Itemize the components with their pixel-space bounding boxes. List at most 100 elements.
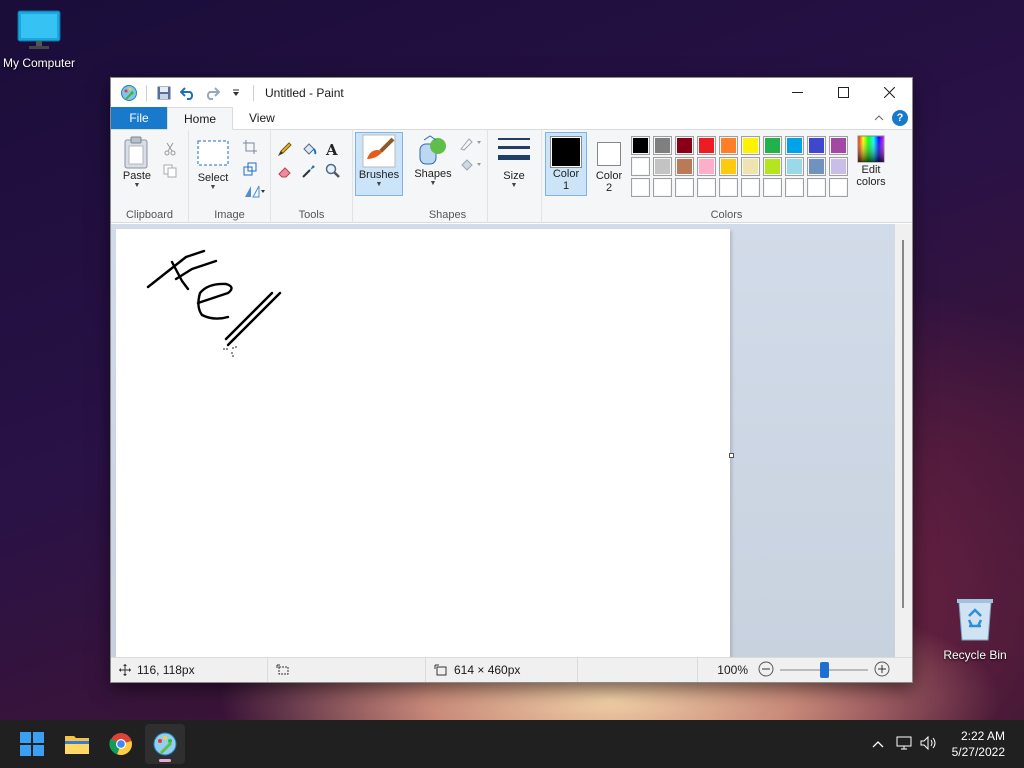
outline-icon[interactable] [458, 134, 484, 152]
palette-color-swatch[interactable] [763, 157, 782, 176]
text-icon[interactable]: A [324, 140, 342, 158]
edit-colors-button[interactable]: Edit colors [851, 134, 891, 188]
tab-home[interactable]: Home [167, 107, 234, 130]
palette-color-swatch[interactable] [675, 136, 694, 155]
color-picker-icon[interactable] [300, 162, 318, 180]
shapes-group: Shapes ▼ Shapes [408, 130, 488, 223]
palette-color-swatch[interactable] [675, 157, 694, 176]
color1-label-line1: Color [552, 168, 580, 180]
clipboard-group: Paste ▼ Clipboard [111, 130, 189, 223]
close-button[interactable] [866, 78, 912, 107]
paint-app-icon[interactable] [119, 83, 139, 103]
paste-button[interactable]: Paste ▼ [119, 136, 155, 189]
customize-qa-dropdown-icon[interactable] [226, 83, 246, 103]
palette-color-swatch[interactable] [741, 136, 760, 155]
close-icon [883, 87, 895, 98]
minimize-ribbon-icon[interactable] [874, 111, 884, 125]
palette-color-swatch[interactable] [697, 157, 716, 176]
color2-label-line2: 2 [605, 182, 613, 194]
save-icon[interactable] [154, 83, 174, 103]
select-button[interactable]: Select ▼ [193, 140, 233, 191]
drawing-canvas[interactable] [116, 229, 730, 657]
shapes-button[interactable]: Shapes ▼ [412, 134, 454, 187]
minimize-button[interactable] [774, 78, 820, 107]
pencil-icon[interactable] [276, 140, 294, 158]
eraser-icon[interactable] [276, 162, 294, 180]
palette-color-swatch[interactable] [631, 157, 650, 176]
zoom-slider-thumb[interactable] [820, 662, 829, 678]
scrollbar-thumb[interactable] [902, 240, 904, 608]
redo-icon[interactable] [202, 83, 222, 103]
fill-shape-icon[interactable] [458, 156, 484, 174]
canvas-size-text: 614 × 460px [454, 663, 521, 677]
color2-button[interactable]: Color 2 [589, 132, 629, 196]
tools-group: A Tools [271, 130, 353, 223]
palette-color-swatch[interactable] [631, 136, 650, 155]
colors-group: Color 1 Color 2 Edit colors Colors [542, 130, 911, 223]
show-hidden-icons-chevron-icon[interactable] [872, 737, 884, 751]
volume-icon[interactable] [920, 735, 938, 753]
palette-color-swatch[interactable] [653, 157, 672, 176]
fill-icon[interactable] [300, 140, 318, 158]
cursor-position-text: 116, 118px [137, 663, 195, 677]
palette-color-swatch[interactable] [785, 157, 804, 176]
custom-color-swatch[interactable] [807, 178, 826, 197]
magnifier-icon[interactable] [324, 162, 342, 180]
custom-color-swatch[interactable] [697, 178, 716, 197]
taskbar-paint[interactable] [145, 724, 185, 764]
palette-color-swatch[interactable] [763, 136, 782, 155]
vertical-scrollbar[interactable] [895, 224, 912, 657]
canvas-drawing [146, 249, 282, 357]
custom-color-swatch[interactable] [675, 178, 694, 197]
zoom-out-button[interactable] [758, 661, 774, 680]
undo-icon[interactable] [178, 83, 198, 103]
select-icon [197, 140, 229, 166]
zoom-slider[interactable] [780, 662, 868, 678]
custom-color-swatch[interactable] [631, 178, 650, 197]
custom-color-swatch[interactable] [829, 178, 848, 197]
palette-color-swatch[interactable] [829, 136, 848, 155]
resize-icon[interactable] [241, 160, 259, 178]
colors-group-label: Colors [710, 209, 743, 221]
custom-color-swatch[interactable] [741, 178, 760, 197]
taskbar-file-explorer[interactable] [57, 724, 97, 764]
color1-button[interactable]: Color 1 [545, 132, 587, 196]
network-icon[interactable] [896, 736, 912, 753]
maximize-icon [837, 87, 849, 98]
brushes-group: Brushes ▼ [353, 130, 408, 223]
custom-color-swatch[interactable] [719, 178, 738, 197]
brushes-dropdown-icon: ▼ [375, 181, 383, 188]
custom-color-swatch[interactable] [653, 178, 672, 197]
palette-color-swatch[interactable] [741, 157, 760, 176]
crop-icon[interactable] [241, 138, 259, 156]
palette-color-swatch[interactable] [829, 157, 848, 176]
palette-color-swatch[interactable] [653, 136, 672, 155]
palette-color-swatch[interactable] [807, 136, 826, 155]
palette-color-swatch[interactable] [785, 136, 804, 155]
custom-color-swatch[interactable] [763, 178, 782, 197]
taskbar-chrome[interactable] [101, 724, 141, 764]
clock[interactable]: 2:22 AM 5/27/2022 [952, 728, 1005, 760]
canvas-resize-handle-right[interactable] [729, 453, 734, 458]
color1-swatch [552, 138, 580, 166]
zoom-in-button[interactable] [874, 661, 890, 680]
cut-icon[interactable] [161, 140, 179, 158]
copy-icon[interactable] [161, 162, 179, 180]
palette-color-swatch[interactable] [697, 136, 716, 155]
brushes-button[interactable]: Brushes ▼ [355, 132, 403, 196]
palette-color-swatch[interactable] [807, 157, 826, 176]
palette-color-swatch[interactable] [719, 136, 738, 155]
maximize-button[interactable] [820, 78, 866, 107]
my-computer-desktop-icon[interactable]: My Computer [0, 10, 81, 70]
brush-icon [362, 134, 396, 168]
tab-view[interactable]: View [233, 107, 291, 129]
tab-file[interactable]: File [111, 107, 167, 129]
recycle-bin-desktop-icon[interactable]: Recycle Bin [933, 596, 1017, 662]
rotate-icon[interactable] [241, 182, 267, 200]
palette-color-swatch[interactable] [719, 157, 738, 176]
help-icon[interactable]: ? [892, 110, 908, 126]
status-empty-cell [578, 658, 698, 682]
size-button[interactable]: Size ▼ [494, 136, 534, 189]
custom-color-swatch[interactable] [785, 178, 804, 197]
start-button[interactable] [12, 724, 52, 764]
